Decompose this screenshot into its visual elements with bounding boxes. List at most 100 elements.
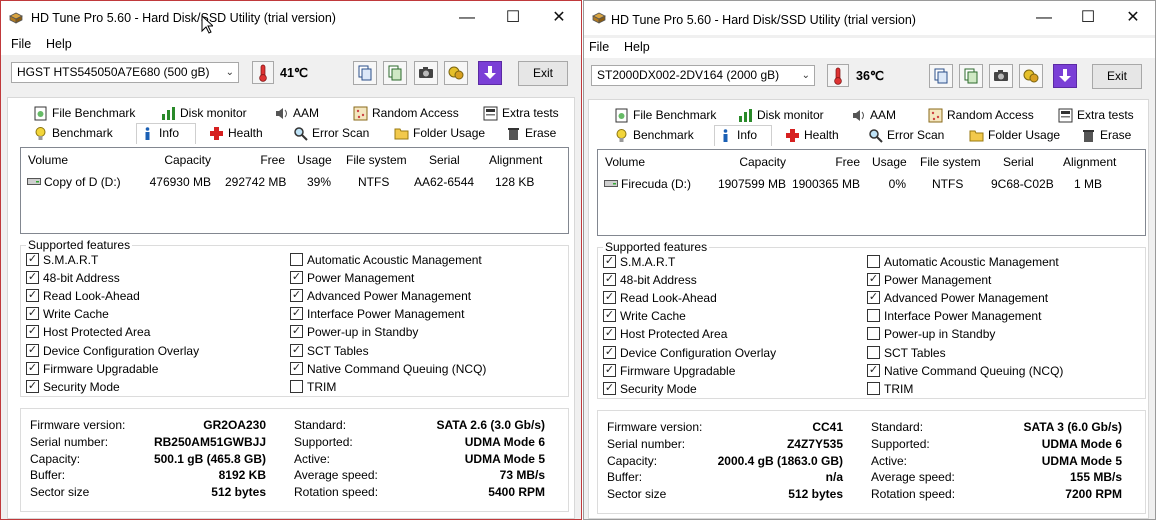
col-volume[interactable]: Volume: [28, 153, 68, 167]
checkbox-checked[interactable]: ✓: [26, 325, 39, 339]
col-usage[interactable]: Usage: [297, 153, 332, 167]
checkbox-checked[interactable]: ✓: [603, 363, 616, 377]
checkbox-checked[interactable]: ✓: [290, 343, 303, 357]
col-file-system[interactable]: File system: [346, 153, 407, 167]
checkbox-checked[interactable]: ✓: [867, 291, 880, 305]
title-bar[interactable]: HD Tune Pro 5.60 - Hard Disk/SSD Utility…: [584, 1, 1155, 35]
checkbox-unchecked[interactable]: [867, 255, 880, 268]
checkbox-unchecked[interactable]: [867, 345, 880, 359]
col-capacity[interactable]: Capacity: [718, 155, 786, 169]
tab-erase[interactable]: Erase: [1078, 126, 1138, 145]
checkbox-checked[interactable]: ✓: [290, 361, 303, 375]
tab-info[interactable]: Info: [714, 125, 772, 146]
checkbox-unchecked[interactable]: [290, 253, 303, 266]
close-button[interactable]: ✕: [536, 1, 581, 35]
col-volume[interactable]: Volume: [605, 155, 645, 169]
checkbox-checked[interactable]: ✓: [26, 361, 39, 375]
checkbox-checked[interactable]: ✓: [26, 271, 39, 285]
col-serial[interactable]: Serial: [429, 153, 460, 167]
checkbox-checked[interactable]: ✓: [603, 327, 616, 341]
checkbox-checked[interactable]: ✓: [290, 289, 303, 303]
menu-help[interactable]: Help: [46, 37, 72, 51]
checkbox-unchecked[interactable]: [867, 327, 880, 341]
col-free[interactable]: Free: [814, 155, 860, 169]
exit-button[interactable]: Exit: [518, 61, 568, 86]
checkbox-checked[interactable]: ✓: [603, 309, 616, 323]
screenshot-button[interactable]: [414, 61, 438, 85]
title-bar[interactable]: HD Tune Pro 5.60 - Hard Disk/SSD Utility…: [1, 1, 581, 35]
tab-folder-usage[interactable]: Folder Usage: [966, 126, 1071, 145]
tab-folder-usage[interactable]: Folder Usage: [391, 124, 496, 143]
copy-screenshot-button[interactable]: [959, 64, 983, 88]
tab-error-scan[interactable]: Error Scan: [865, 126, 960, 145]
tab-benchmark[interactable]: Benchmark: [30, 124, 135, 143]
drive-select[interactable]: HGST HTS545050A7E680 (500 gB) ⌄: [11, 62, 239, 83]
menu-file[interactable]: File: [589, 40, 609, 54]
checkbox-checked[interactable]: ✓: [867, 363, 880, 377]
checkbox-unchecked[interactable]: [290, 379, 303, 393]
tab-disk-monitor[interactable]: Disk monitor: [158, 104, 258, 123]
tab-aam[interactable]: AAM: [271, 104, 341, 123]
minimize-button[interactable]: —: [1021, 1, 1067, 35]
col-usage[interactable]: Usage: [872, 155, 907, 169]
tab-file-benchmark[interactable]: File Benchmark: [30, 104, 145, 123]
col-alignment[interactable]: Alignment: [489, 153, 542, 167]
volume-list[interactable]: Volume Capacity Free Usage File system S…: [597, 149, 1146, 236]
col-capacity[interactable]: Capacity: [143, 153, 211, 167]
volume-name[interactable]: Copy of D (D:): [44, 175, 121, 189]
volume-list[interactable]: Volume Capacity Free Usage File system S…: [20, 147, 569, 234]
checkbox-checked[interactable]: ✓: [603, 381, 616, 395]
tab-extra-tests[interactable]: Extra tests: [1055, 106, 1140, 125]
tab-aam[interactable]: AAM: [848, 106, 918, 125]
copy-screenshot-button[interactable]: [383, 61, 407, 85]
checkbox-checked[interactable]: ✓: [26, 379, 39, 393]
col-free[interactable]: Free: [239, 153, 285, 167]
tab-health[interactable]: Health: [782, 126, 860, 145]
checkbox-checked[interactable]: ✓: [867, 273, 880, 287]
checkbox-checked[interactable]: ✓: [26, 307, 39, 321]
tab-random-access[interactable]: Random Access: [925, 106, 1040, 125]
save-button[interactable]: [478, 61, 502, 85]
checkbox-checked[interactable]: ✓: [26, 253, 39, 266]
checkbox-checked[interactable]: ✓: [603, 345, 616, 359]
col-file-system[interactable]: File system: [920, 155, 981, 169]
save-button[interactable]: [1053, 64, 1077, 88]
checkbox-checked[interactable]: ✓: [290, 325, 303, 339]
tab-error-scan[interactable]: Error Scan: [290, 124, 385, 143]
volume-serial: 9C68-C02B: [991, 177, 1054, 191]
tab-benchmark[interactable]: Benchmark: [611, 126, 716, 145]
tab-health[interactable]: Health: [206, 124, 284, 143]
checkbox-checked[interactable]: ✓: [603, 291, 616, 305]
menu-file[interactable]: File: [11, 37, 31, 51]
minimize-button[interactable]: —: [444, 1, 490, 35]
checkbox-unchecked[interactable]: [867, 309, 880, 323]
checkbox-unchecked[interactable]: [867, 381, 880, 395]
maximize-button[interactable]: ☐: [490, 1, 536, 35]
screenshot-button[interactable]: [989, 64, 1013, 88]
close-button[interactable]: ✕: [1110, 1, 1155, 35]
options-button[interactable]: [1019, 64, 1043, 88]
tab-random-access[interactable]: Random Access: [350, 104, 465, 123]
copy-text-button[interactable]: [929, 64, 953, 88]
checkbox-checked[interactable]: ✓: [26, 289, 39, 303]
tab-erase[interactable]: Erase: [503, 124, 563, 143]
tab-disk-monitor[interactable]: Disk monitor: [735, 106, 835, 125]
volume-name[interactable]: Firecuda (D:): [621, 177, 691, 191]
col-alignment[interactable]: Alignment: [1063, 155, 1116, 169]
exit-button[interactable]: Exit: [1092, 64, 1142, 89]
options-button[interactable]: [444, 61, 468, 85]
tab-info[interactable]: Info: [136, 123, 196, 144]
copy-text-button[interactable]: [353, 61, 377, 85]
menu-help[interactable]: Help: [624, 40, 650, 54]
checkbox-checked[interactable]: ✓: [290, 271, 303, 285]
drive-select[interactable]: ST2000DX002-2DV164 (2000 gB) ⌄: [591, 65, 815, 86]
supported-features-title: Supported features: [26, 238, 133, 252]
tab-extra-tests[interactable]: Extra tests: [480, 104, 565, 123]
col-serial[interactable]: Serial: [1003, 155, 1034, 169]
checkbox-checked[interactable]: ✓: [290, 307, 303, 321]
tab-file-benchmark[interactable]: File Benchmark: [611, 106, 726, 125]
checkbox-checked[interactable]: ✓: [603, 255, 616, 268]
checkbox-checked[interactable]: ✓: [603, 273, 616, 287]
maximize-button[interactable]: ☐: [1065, 1, 1111, 35]
checkbox-checked[interactable]: ✓: [26, 343, 39, 357]
